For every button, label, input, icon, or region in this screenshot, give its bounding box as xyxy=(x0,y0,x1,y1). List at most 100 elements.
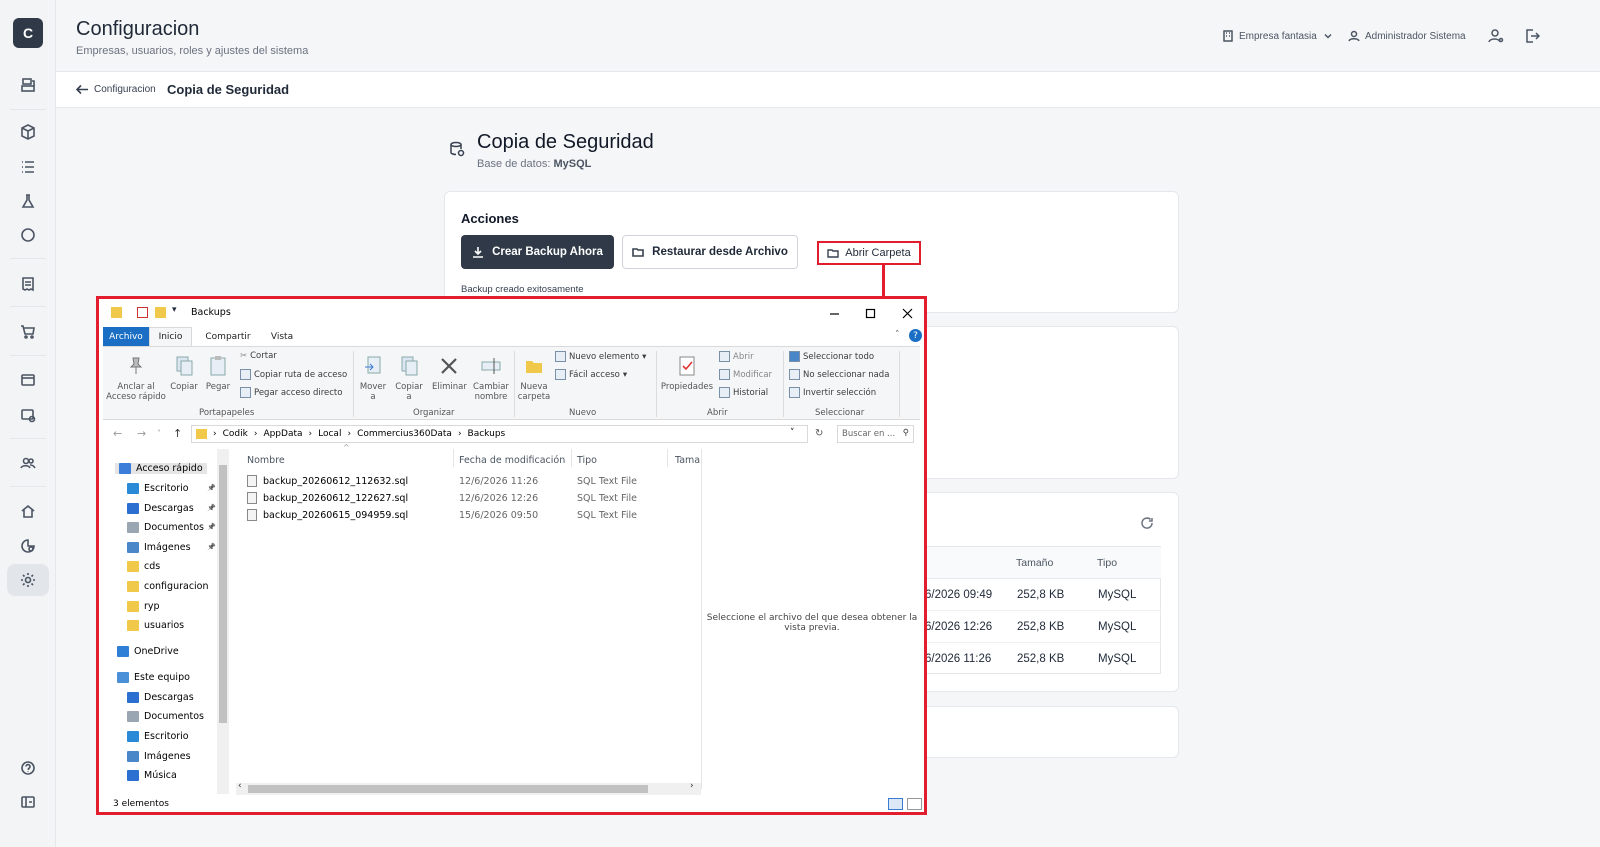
thumbnails-view-icon[interactable] xyxy=(907,798,922,810)
users-icon[interactable] xyxy=(14,449,42,477)
user-settings-icon[interactable] xyxy=(1488,28,1504,44)
select-none-button[interactable]: No seleccionar nada xyxy=(789,369,889,380)
address-bar[interactable]: › Codik › AppData › Local › Commercius36… xyxy=(191,425,808,443)
chart-search-icon[interactable] xyxy=(14,532,42,560)
box-icon[interactable] xyxy=(14,118,42,146)
nav-scrollbar-thumb[interactable] xyxy=(219,465,227,723)
company-selector[interactable]: Empresa fantasia xyxy=(1222,30,1334,42)
open-folder-button[interactable]: Abrir Carpeta xyxy=(817,241,921,265)
database-settings-icon[interactable] xyxy=(14,401,42,429)
nav-item[interactable]: Descargas xyxy=(123,692,198,703)
nav-item[interactable]: ryp xyxy=(123,601,164,612)
column-name[interactable]: Nombre xyxy=(247,455,285,466)
edit-button[interactable]: Modificar xyxy=(719,369,772,380)
address-dropdown-icon[interactable]: ˅ xyxy=(790,428,795,438)
refresh-icon[interactable]: ↻ xyxy=(815,428,823,439)
copy-to-button[interactable]: Copiar a xyxy=(393,353,425,402)
cart-icon[interactable] xyxy=(14,318,42,346)
help-icon[interactable] xyxy=(14,754,42,782)
column-size[interactable]: Tama xyxy=(675,455,700,466)
breadcrumb-back[interactable]: Configuracion xyxy=(76,83,156,96)
paste-shortcut-button[interactable]: Pegar acceso directo xyxy=(240,387,342,398)
new-folder-icon[interactable] xyxy=(155,307,166,318)
new-folder-button[interactable]: Nueva carpeta xyxy=(517,353,551,402)
logout-icon[interactable] xyxy=(1524,28,1541,44)
nav-item[interactable]: cds xyxy=(123,561,164,572)
table-row[interactable]: 6/2026 12:26 252,8 KB MySQL xyxy=(905,611,1161,643)
tab-compartir[interactable]: Compartir xyxy=(198,327,258,346)
path-segment[interactable]: Local xyxy=(318,429,341,439)
properties-icon[interactable] xyxy=(137,307,148,318)
flask-icon[interactable] xyxy=(14,187,42,215)
app-logo[interactable]: C xyxy=(13,18,43,48)
refresh-icon[interactable] xyxy=(1140,516,1154,530)
collapse-icon[interactable] xyxy=(14,788,42,816)
gear-icon[interactable] xyxy=(7,564,49,596)
tab-inicio[interactable]: Inicio xyxy=(149,327,192,346)
back-arrow-icon[interactable]: ← xyxy=(113,427,122,440)
card-icon[interactable] xyxy=(14,366,42,394)
column-type[interactable]: Tipo xyxy=(577,455,597,466)
user-menu[interactable]: Administrador Sistema xyxy=(1348,30,1466,42)
open-button[interactable]: Abrir xyxy=(719,351,754,362)
up-arrow-icon[interactable]: ↑ xyxy=(173,427,182,440)
receipt-icon[interactable] xyxy=(14,270,42,298)
table-row[interactable]: 6/2026 09:49 252,8 KB MySQL xyxy=(905,579,1161,611)
properties-button[interactable]: Propiedades xyxy=(660,353,714,392)
home-icon[interactable] xyxy=(14,497,42,525)
help-icon[interactable]: ? xyxy=(909,329,922,342)
close-icon[interactable] xyxy=(890,302,924,324)
nav-item[interactable]: Imágenes xyxy=(123,542,195,553)
column-date[interactable]: Fecha de modificación xyxy=(459,455,565,466)
create-backup-button[interactable]: Crear Backup Ahora xyxy=(461,235,614,269)
delete-button[interactable]: Eliminar xyxy=(432,353,467,392)
circle-icon[interactable] xyxy=(14,221,42,249)
nav-item[interactable]: OneDrive xyxy=(113,646,183,657)
list-icon[interactable] xyxy=(14,153,42,181)
pin-icon[interactable]: 📌 xyxy=(207,523,216,531)
history-button[interactable]: Historial xyxy=(719,387,768,398)
table-row[interactable]: 6/2026 11:26 252,8 KB MySQL xyxy=(905,643,1161,675)
tab-archivo[interactable]: Archivo xyxy=(103,327,149,346)
recent-locations-icon[interactable]: ˅ xyxy=(157,429,161,438)
path-segment[interactable]: AppData xyxy=(263,429,302,439)
file-list-scrollbar-thumb[interactable] xyxy=(248,785,648,793)
nav-item[interactable]: Documentos xyxy=(123,522,208,533)
minimize-icon[interactable] xyxy=(817,302,851,324)
invert-selection-button[interactable]: Invertir selección xyxy=(789,387,876,398)
details-view-icon[interactable] xyxy=(888,798,903,810)
select-all-button[interactable]: Seleccionar todo xyxy=(789,351,874,362)
nav-item[interactable]: Imágenes xyxy=(123,751,195,762)
scroll-right-icon[interactable]: › xyxy=(690,781,694,791)
restore-button[interactable]: Restaurar desde Archivo xyxy=(622,235,798,269)
nav-item[interactable]: Este equipo xyxy=(113,672,194,683)
nav-item[interactable]: Música xyxy=(123,770,181,781)
pin-icon[interactable]: 📌 xyxy=(207,504,216,512)
maximize-icon[interactable] xyxy=(853,302,887,324)
nav-item[interactable]: Documentos xyxy=(123,711,208,722)
nav-item[interactable]: Escritorio xyxy=(123,731,193,742)
path-segment[interactable]: Codik xyxy=(223,429,248,439)
cut-button[interactable]: ✂ Cortar xyxy=(240,351,277,361)
nav-item[interactable]: usuarios xyxy=(123,620,188,631)
pin-quick-access-button[interactable]: Anclar al Acceso rápido xyxy=(105,353,167,402)
quick-access-dropdown-icon[interactable]: ▾ xyxy=(172,305,177,315)
chevron-up-icon[interactable]: ˄ xyxy=(895,330,900,340)
file-list-scrollbar[interactable]: ‹ › xyxy=(236,781,701,795)
path-segment[interactable]: Backups xyxy=(468,429,506,439)
nav-item[interactable]: Descargas xyxy=(123,503,198,514)
pin-icon[interactable]: 📌 xyxy=(207,543,216,551)
copy-path-button[interactable]: Copiar ruta de acceso xyxy=(240,369,347,380)
nav-scrollbar[interactable] xyxy=(217,449,229,794)
easy-access-button[interactable]: Fácil acceso ▾ xyxy=(555,369,627,380)
paste-button[interactable]: Pegar xyxy=(203,353,233,392)
scroll-left-icon[interactable]: ‹ xyxy=(238,781,242,791)
rename-button[interactable]: Cambiar nombre xyxy=(471,353,511,402)
cash-register-icon[interactable] xyxy=(14,71,42,99)
tab-vista[interactable]: Vista xyxy=(261,327,303,346)
copy-button[interactable]: Copiar xyxy=(169,353,199,392)
nav-item[interactable]: Escritorio xyxy=(123,483,193,494)
forward-arrow-icon[interactable]: → xyxy=(137,427,146,440)
pin-icon[interactable]: 📌 xyxy=(207,484,216,492)
search-input[interactable]: Buscar en ... ⚲ xyxy=(837,425,914,443)
